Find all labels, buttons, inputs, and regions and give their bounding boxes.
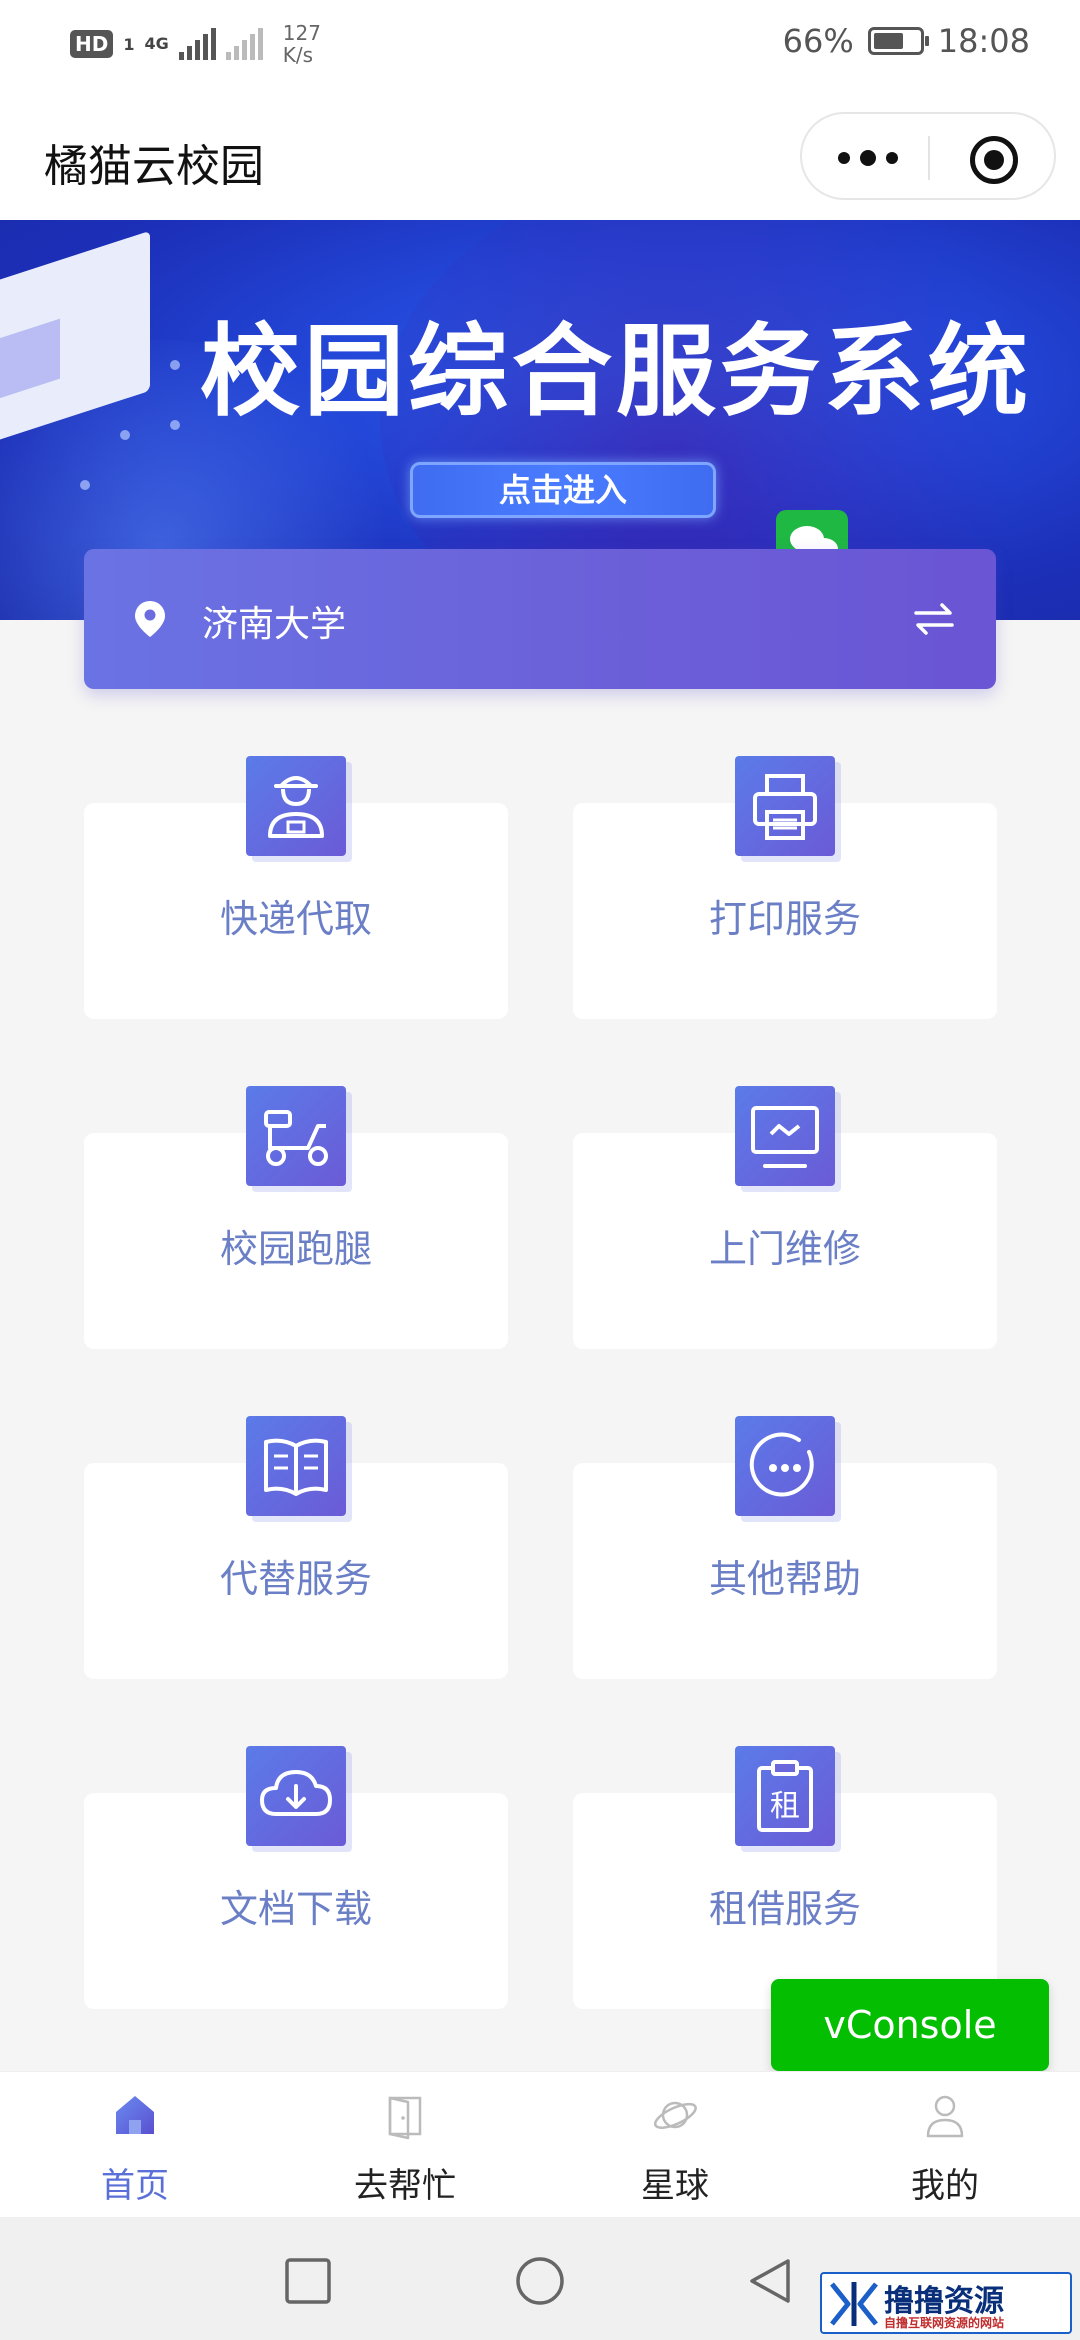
speed-value: 127 — [282, 21, 321, 45]
status-left: HD 1 4G 127 K/s — [70, 22, 321, 66]
tab-planet[interactable]: 星球 — [540, 2072, 810, 2218]
network-dot — [120, 430, 130, 440]
cloud-download-icon — [246, 1746, 346, 1846]
door-icon — [388, 2096, 422, 2140]
network-dot — [170, 420, 180, 430]
more-circle-icon — [735, 1416, 835, 1516]
tab-label: 去帮忙 — [354, 2166, 456, 2206]
navigation-bar: 橘猫云校园 — [0, 96, 1080, 220]
network-type: 4G — [144, 34, 169, 53]
service-label: 快递代取 — [219, 897, 372, 941]
enter-button[interactable]: 点击进入 — [410, 462, 716, 518]
watermark-subtitle: 自撸互联网资源的网站 — [884, 2316, 1005, 2330]
planet-icon — [653, 2101, 697, 2129]
more-menu-button[interactable] — [838, 138, 898, 178]
speed-unit: K/s — [282, 43, 314, 67]
tab-label: 首页 — [101, 2166, 169, 2206]
book-icon — [246, 1416, 346, 1516]
tab-help[interactable]: 去帮忙 — [270, 2072, 540, 2218]
capsule-divider — [928, 136, 930, 180]
mini-program-capsule — [800, 112, 1056, 200]
tab-label: 星球 — [641, 2166, 709, 2206]
close-mini-program-button[interactable] — [970, 136, 1018, 184]
banner-title: 校园综合服务系统 — [200, 313, 1032, 430]
status-right: 66% 18:08 — [783, 22, 1030, 60]
home-icon — [116, 2096, 154, 2134]
vconsole-button[interactable]: vConsole — [771, 1979, 1049, 2071]
sim-number: 1 — [123, 34, 135, 54]
printer-icon — [735, 756, 835, 856]
location-pin-icon — [135, 601, 165, 637]
scooter-icon — [246, 1086, 346, 1186]
battery-icon — [867, 27, 929, 55]
tab-label: 我的 — [911, 2166, 979, 2206]
service-label: 代替服务 — [219, 1557, 372, 1601]
watermark-logo: 撸撸资源 自撸互联网资源的网站 — [820, 2272, 1072, 2334]
tab-mine[interactable]: 我的 — [810, 2072, 1080, 2218]
network-dot — [170, 360, 180, 370]
service-label: 上门维修 — [708, 1227, 861, 1271]
switch-location-icon[interactable] — [912, 599, 956, 639]
page-title: 橘猫云校园 — [44, 141, 264, 192]
delivery-person-icon — [246, 756, 346, 856]
user-icon — [926, 2095, 964, 2138]
location-name: 济南大学 — [202, 604, 347, 645]
signal-strength-icon — [178, 28, 216, 60]
tab-home[interactable]: 首页 — [0, 2072, 270, 2218]
service-label: 校园跑腿 — [219, 1227, 372, 1271]
hd-badge: HD — [70, 30, 114, 58]
network-dot — [80, 480, 90, 490]
rent-clipboard-icon: 租 — [735, 1746, 835, 1846]
network-speed: 127 K/s — [283, 22, 321, 66]
watermark-emblem-icon — [830, 2282, 878, 2326]
home-button-icon[interactable] — [514, 2255, 566, 2307]
status-bar: HD 1 4G 127 K/s 66% 18:08 — [0, 0, 1080, 96]
service-label: 租借服务 — [708, 1887, 861, 1931]
clock: 18:08 — [937, 22, 1030, 60]
rent-glyph: 租 — [770, 1789, 800, 1824]
service-label: 文档下载 — [219, 1887, 372, 1931]
battery-fill — [873, 33, 903, 49]
tab-bar: 首页 去帮忙 星球 我的 — [0, 2071, 1080, 2217]
signal-weak-icon — [225, 28, 263, 60]
recents-button-icon[interactable] — [282, 2255, 334, 2307]
back-button-icon[interactable] — [744, 2255, 796, 2307]
service-label: 打印服务 — [708, 897, 861, 941]
monitor-icon — [735, 1086, 835, 1186]
battery-percent: 66% — [782, 22, 854, 60]
location-selector[interactable]: 济南大学 — [84, 549, 996, 689]
service-label: 其他帮助 — [708, 1557, 861, 1601]
